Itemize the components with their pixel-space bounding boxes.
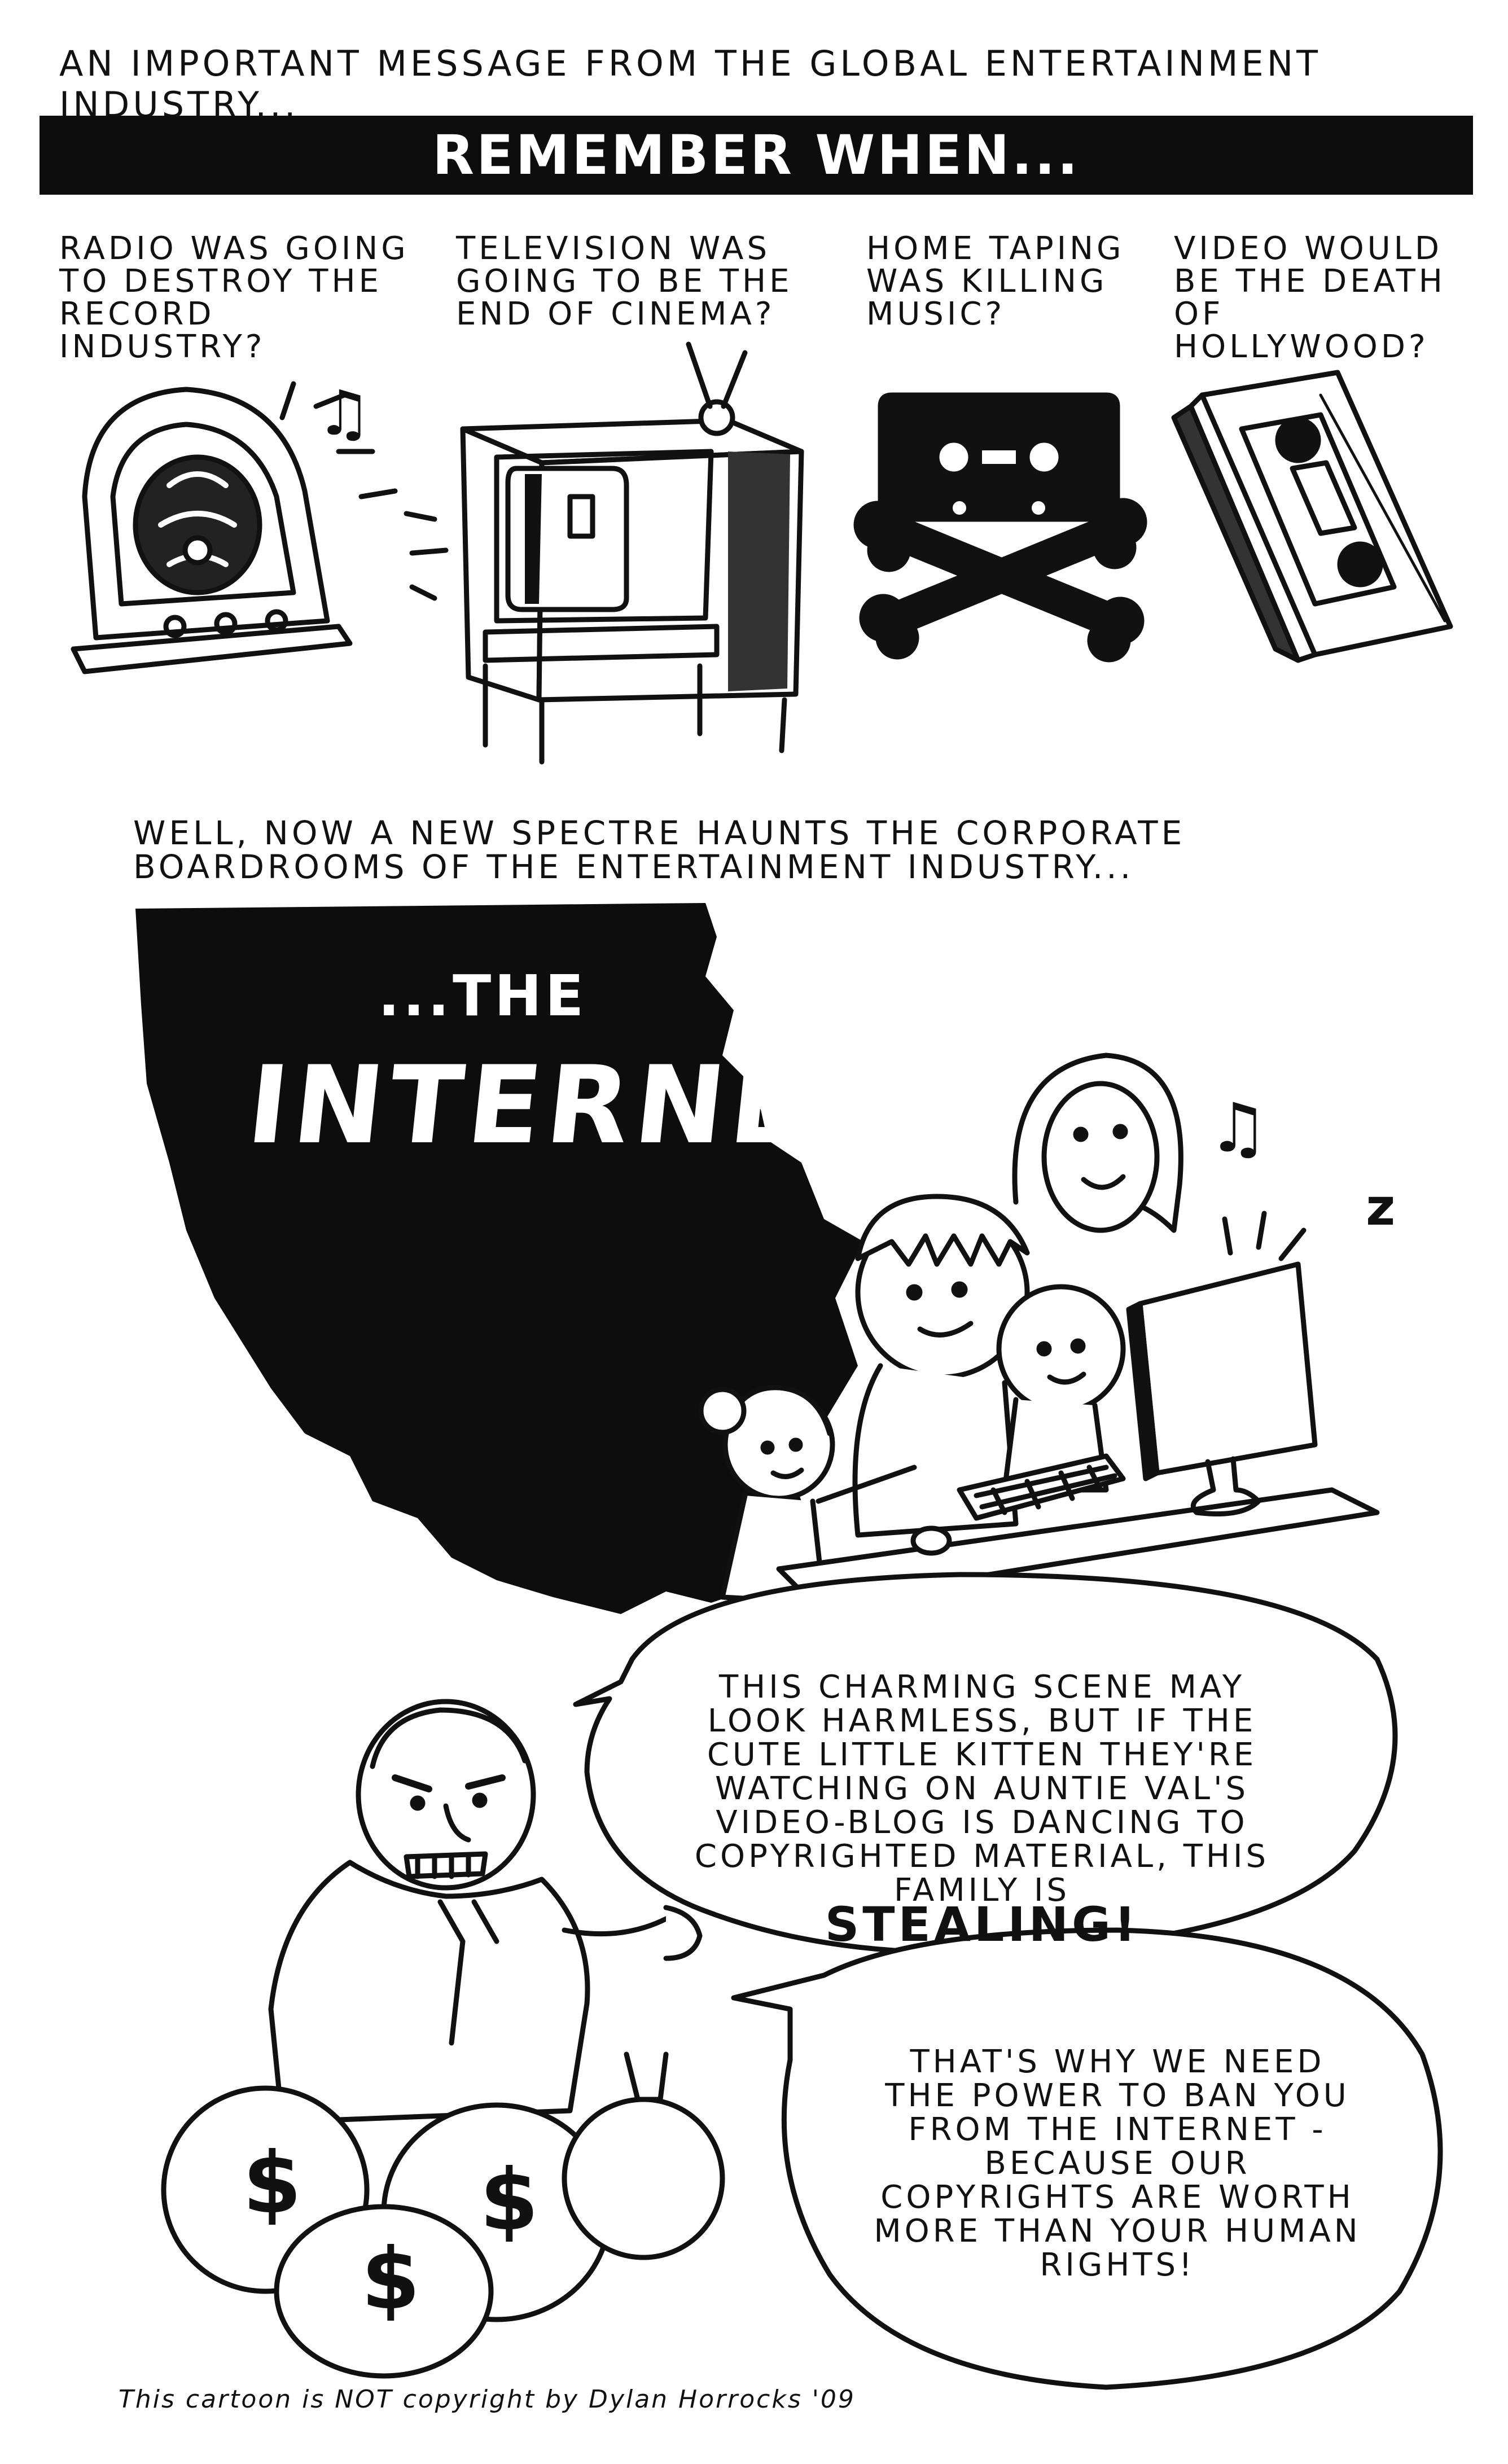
music-note-icon: ♫ bbox=[1208, 1089, 1269, 1168]
dollar-sign-icon: $ bbox=[243, 2134, 301, 2233]
speech-1-emphasis: STEALING! bbox=[825, 1897, 1139, 1952]
internet-title: INTERNET! bbox=[242, 1043, 950, 1168]
dollar-sign-icon: $ bbox=[361, 2230, 420, 2329]
comic-page: AN IMPORTANT MESSAGE FROM THE GLOBAL ENT… bbox=[0, 0, 1508, 2464]
credit-line: This cartoon is NOT copyright by Dylan H… bbox=[119, 2385, 856, 2414]
speech-text-2: THAT'S WHY WE NEED THE POWER TO BAN YOU … bbox=[874, 2044, 1361, 2283]
radio-icon bbox=[71, 381, 449, 674]
the-label: ...THE bbox=[378, 963, 588, 1029]
speech-1-body: THIS CHARMING SCENE MAY LOOK HARMLESS, B… bbox=[694, 1669, 1270, 1909]
spectre-caption: WELL, NOW A NEW SPECTRE HAUNTS THE CORPO… bbox=[133, 814, 1186, 886]
television-icon bbox=[460, 341, 804, 765]
dollar-sign-icon: $ bbox=[480, 2151, 538, 2250]
videotape-icon bbox=[1171, 370, 1453, 663]
sound-z-icon: z bbox=[1366, 1178, 1395, 1237]
speech-text-1: THIS CHARMING SCENE MAY LOOK HARMLESS, B… bbox=[666, 1669, 1298, 1949]
cassette-crossbones-icon bbox=[853, 392, 1147, 663]
music-note-icon: ♫ bbox=[316, 377, 372, 449]
